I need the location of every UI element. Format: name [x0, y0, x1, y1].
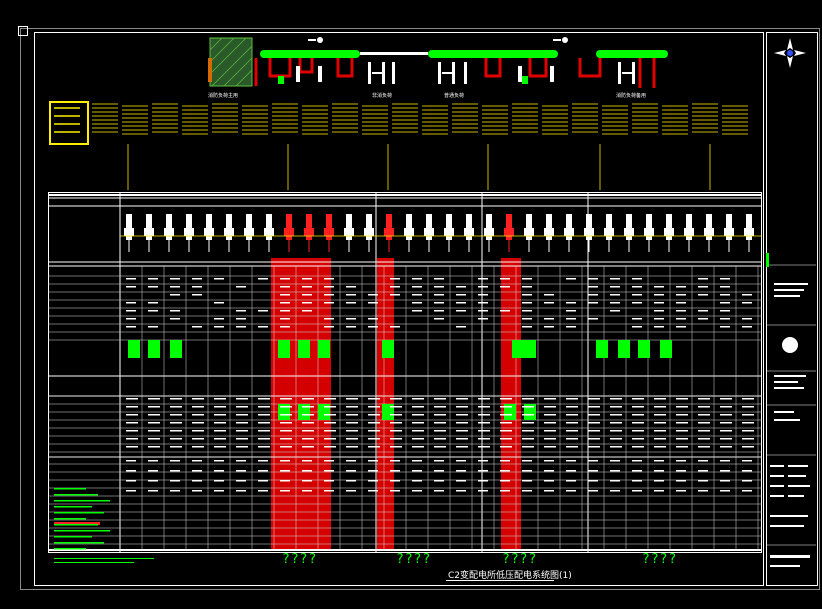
main-schedule-table — [48, 192, 762, 554]
group-mark-4: ???? — [642, 552, 677, 567]
connector-lines — [40, 140, 770, 196]
caption-non-fire: 非消负荷 — [372, 92, 392, 99]
title-block-grid — [766, 75, 816, 585]
corner-marker — [18, 26, 28, 36]
caption-normal: 普通负荷 — [444, 92, 464, 99]
north-arrow-icon — [772, 36, 808, 70]
bottom-note-line-2 — [54, 562, 134, 563]
bottom-note-line — [54, 558, 154, 559]
top-bus-diagram — [200, 30, 680, 100]
title-underline — [446, 580, 554, 581]
legend-callout-lines — [52, 104, 82, 138]
group-mark-3: ???? — [502, 552, 537, 567]
caption-fire-main: 消防负荷主用 — [208, 92, 238, 99]
group-mark-2: ???? — [396, 552, 431, 567]
caption-fire-backup: 消防负荷备用 — [616, 92, 646, 99]
group-mark-1: ???? — [282, 552, 317, 567]
